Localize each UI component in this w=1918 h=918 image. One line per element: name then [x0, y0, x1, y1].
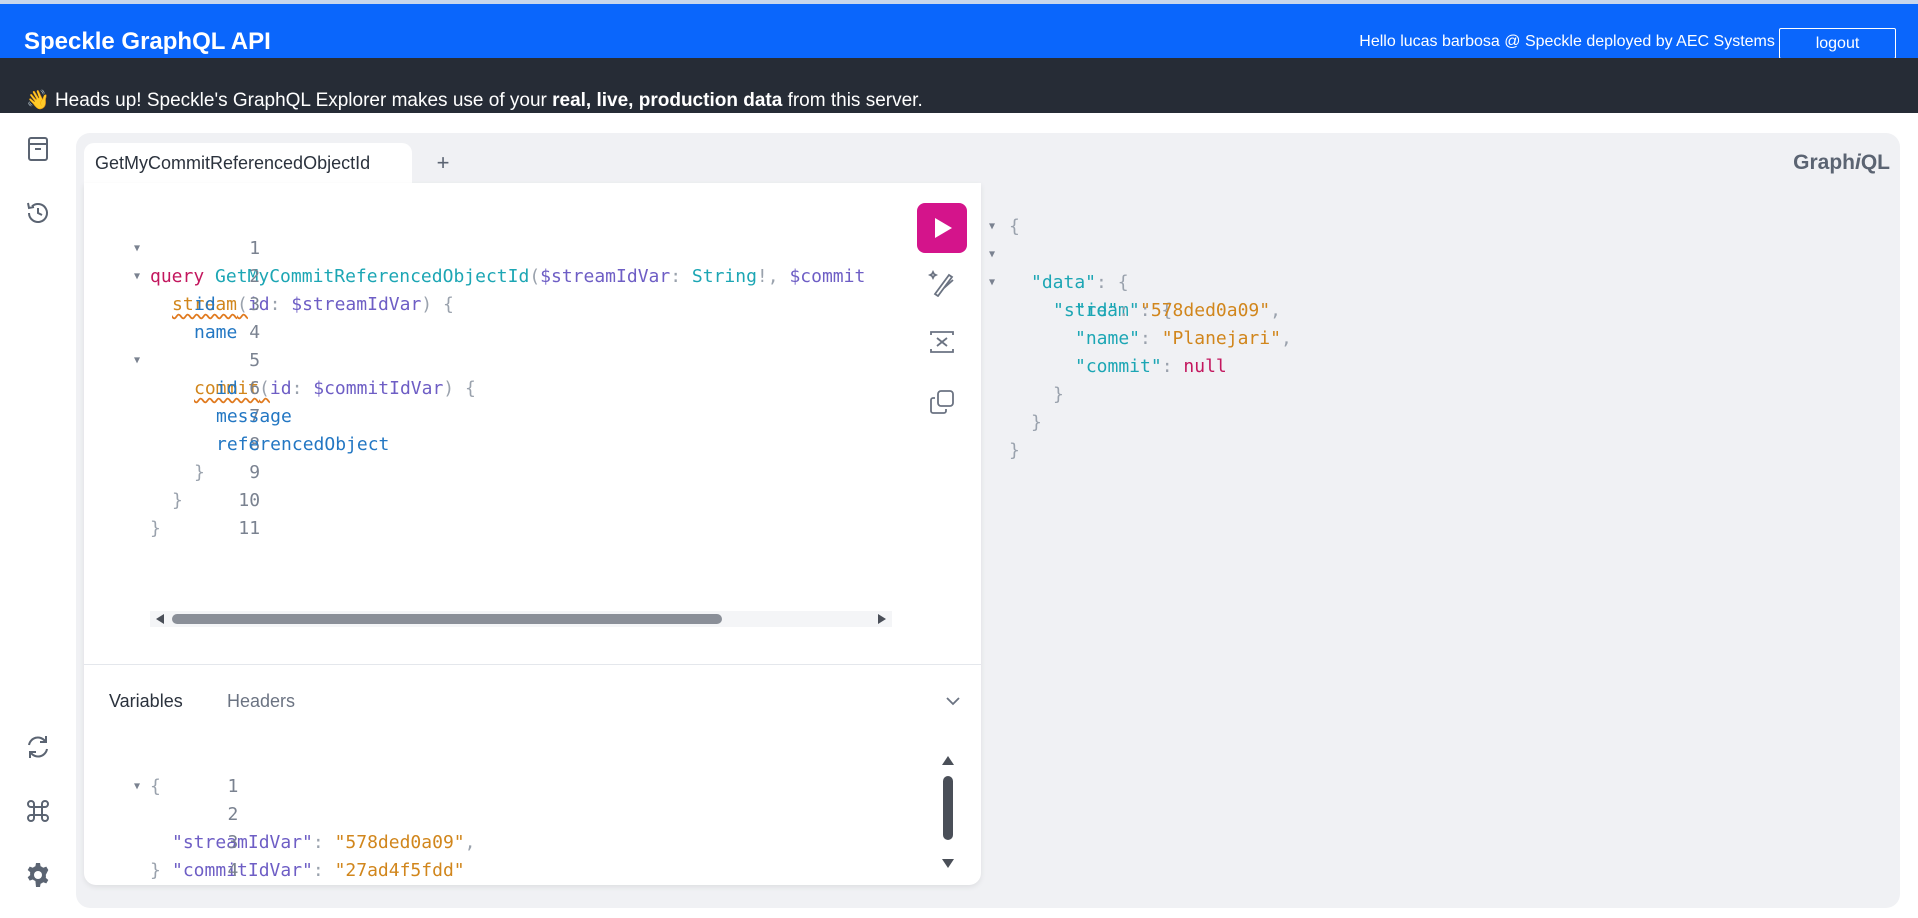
banner-text: 👋 Heads up! Speckle's GraphQL Explorer m…: [26, 88, 923, 112]
code-line: "name": "Planejari",: [1075, 328, 1292, 349]
editor-card: 1 ▼ query GetMyCommitReferencedObjectId($…: [84, 183, 981, 885]
code-line: ▼ "stream": {: [989, 277, 1173, 321]
settings-icon[interactable]: [24, 861, 52, 889]
code-line: 1 ▼ query GetMyCommitReferencedObjectId($…: [134, 238, 866, 287]
docs-icon[interactable]: [24, 135, 52, 163]
copy-icon: [930, 390, 954, 414]
code-line: 7 message: [216, 406, 292, 427]
code-line: "id": "578ded0a09",: [1075, 300, 1281, 321]
code-line: 4 name: [194, 322, 261, 343]
prettify-icon: [927, 269, 954, 298]
warning-banner: 👋 Heads up! Speckle's GraphQL Explorer m…: [0, 58, 1918, 113]
code-line: 4}: [150, 860, 239, 881]
query-editor[interactable]: 1 ▼ query GetMyCommitReferencedObjectId($…: [84, 183, 981, 665]
chevron-down-icon[interactable]: [945, 693, 961, 711]
code-line: }: [1009, 440, 1020, 461]
code-line: 8 referencedObject: [216, 434, 390, 455]
editor-tools-tabs: Variables Headers: [84, 665, 981, 733]
code-line: 10}: [172, 490, 261, 511]
code-line: 9}: [194, 462, 261, 483]
tab-variables[interactable]: Variables: [109, 691, 183, 712]
merge-fragments-icon: [930, 331, 954, 353]
prettify-button[interactable]: [927, 267, 957, 298]
run-query-button[interactable]: [917, 203, 967, 253]
scrollbar-thumb[interactable]: [172, 614, 722, 624]
code-line: }: [1031, 412, 1042, 433]
run-icon: [935, 218, 952, 238]
logout-button[interactable]: logout: [1779, 28, 1896, 59]
result-code: ▼{ ▼ "data": { ▼ "stream": { "id": "578d…: [981, 185, 1881, 461]
banner-suffix: from this server.: [782, 90, 923, 111]
code-line: 6 id: [216, 378, 261, 399]
add-tab-button[interactable]: +: [429, 149, 457, 177]
history-icon[interactable]: [24, 199, 52, 227]
result-viewer[interactable]: ▼{ ▼ "data": { ▼ "stream": { "id": "578d…: [981, 183, 1900, 885]
scroll-up-arrow[interactable]: [942, 756, 954, 765]
code-line: "commit": null: [1075, 356, 1227, 377]
top-bar: Speckle GraphQL API Hello lucas barbosa …: [0, 0, 1918, 59]
code-line: 2 ▼ stream(id: $streamIdVar) {: [134, 266, 454, 315]
graphiql-container: GetMyCommitReferencedObjectId + GraphiQL…: [0, 113, 1918, 918]
tab-query[interactable]: GetMyCommitReferencedObjectId: [84, 143, 412, 183]
tab-headers[interactable]: Headers: [227, 691, 295, 712]
graphiql-sidebar: [0, 113, 76, 918]
wave-emoji: 👋: [26, 90, 50, 111]
copy-button[interactable]: [927, 387, 957, 417]
banner-prefix: Heads up! Speckle's GraphQL Explorer mak…: [49, 90, 553, 111]
code-line: 3 id: [194, 294, 261, 315]
code-line: ▼ "data": {: [989, 249, 1129, 293]
code-line: ▼{: [989, 216, 1020, 237]
scroll-left-arrow[interactable]: [156, 614, 164, 624]
horizontal-scrollbar[interactable]: [150, 611, 892, 627]
scrollbar-thumb[interactable]: [943, 776, 953, 840]
query-code: 1 ▼ query GetMyCommitReferencedObjectId($…: [84, 207, 904, 607]
code-line: 11}: [150, 518, 261, 539]
app-title: Speckle GraphQL API: [24, 28, 271, 55]
code-line: 1 ▼{: [134, 776, 239, 797]
user-greeting: Hello lucas barbosa @ Speckle deployed b…: [1359, 33, 1806, 50]
shortcuts-icon[interactable]: [24, 797, 52, 825]
merge-fragments-button[interactable]: [927, 327, 957, 357]
vertical-scrollbar[interactable]: [941, 756, 955, 868]
banner-emphasis: real, live, production data: [552, 90, 783, 111]
code-line: }: [1053, 384, 1064, 405]
scroll-right-arrow[interactable]: [878, 614, 886, 624]
code-line: 5 ▼ commit(id: $commitIdVar) {: [134, 350, 476, 399]
graphiql-logo: GraphiQL: [1793, 151, 1890, 174]
refetch-schema-icon[interactable]: [24, 733, 52, 761]
scroll-down-arrow[interactable]: [942, 859, 954, 868]
variables-editor[interactable]: 1 ▼{ 2 "streamIdVar": "578ded0a09", 3 "co…: [84, 745, 924, 881]
graphiql-main-panel: GetMyCommitReferencedObjectId + GraphiQL…: [76, 133, 1900, 908]
code-line: 3 "commitIdVar": "27ad4f5fdd": [172, 832, 465, 881]
logout-label: logout: [1815, 35, 1860, 52]
code-line: 2 "streamIdVar": "578ded0a09",: [172, 804, 476, 853]
